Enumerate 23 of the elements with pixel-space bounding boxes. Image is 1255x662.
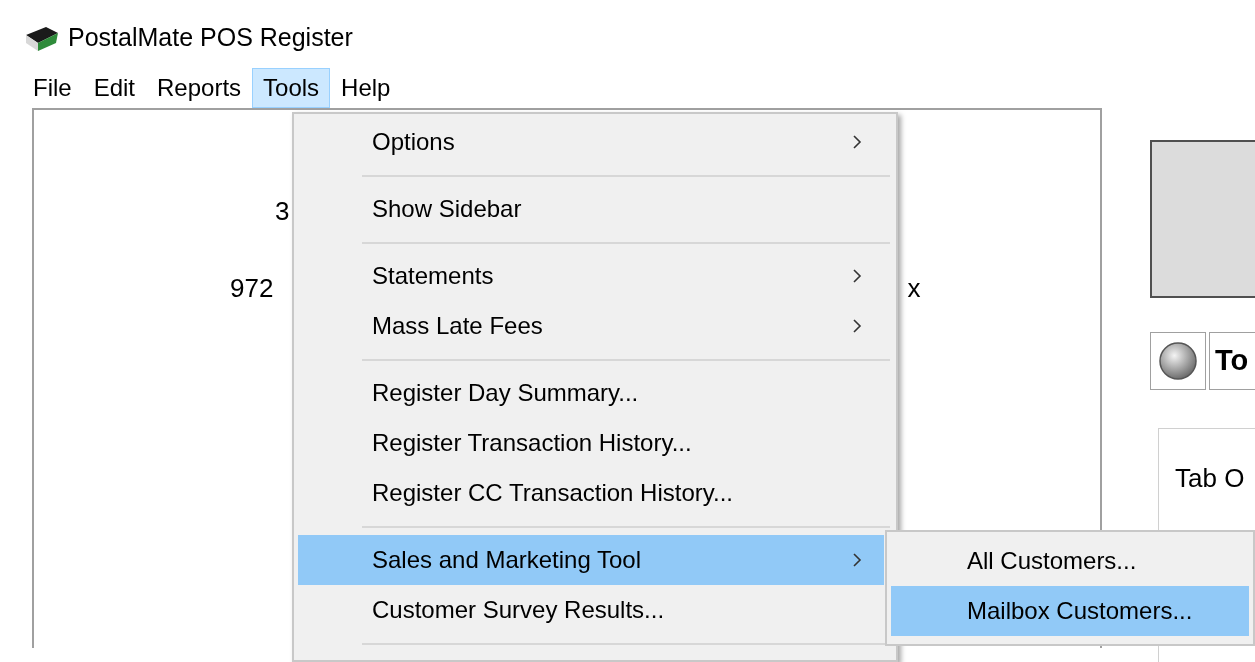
menu-option[interactable]: Register CC Transaction History... [298, 468, 884, 518]
menu-option[interactable]: Register Day Summary... [298, 368, 884, 418]
menu-option[interactable]: Register Transaction History... [298, 418, 884, 468]
total-label: To [1209, 332, 1255, 390]
window-title: PostalMate POS Register [68, 22, 353, 54]
menu-item[interactable]: File [22, 68, 83, 108]
menu-item[interactable]: Help [330, 68, 402, 108]
status-ball-icon [1158, 341, 1198, 381]
menu-item[interactable]: Edit [82, 68, 147, 108]
menu-option[interactable]: Mailbox Customers... [891, 586, 1249, 636]
menu-option[interactable]: Options [298, 117, 884, 167]
panel-text: x [907, 272, 921, 305]
panel-text: 972 [230, 272, 274, 305]
panel-text: 3 [275, 196, 290, 226]
menu-option[interactable]: Mass Late Fees [298, 301, 884, 351]
menu-option[interactable]: All Customers... [891, 536, 1249, 586]
menu-option[interactable]: Statements [298, 251, 884, 301]
tab-text: Tab O [1174, 462, 1245, 495]
menu-option[interactable]: Customer Survey Results... [298, 585, 884, 635]
menu-option[interactable]: Sales and Marketing Tool [298, 535, 884, 585]
menu-item[interactable]: Tools [252, 68, 331, 108]
menu-item[interactable]: Reports [146, 68, 253, 108]
menu-option[interactable]: Show Sidebar [298, 184, 884, 234]
